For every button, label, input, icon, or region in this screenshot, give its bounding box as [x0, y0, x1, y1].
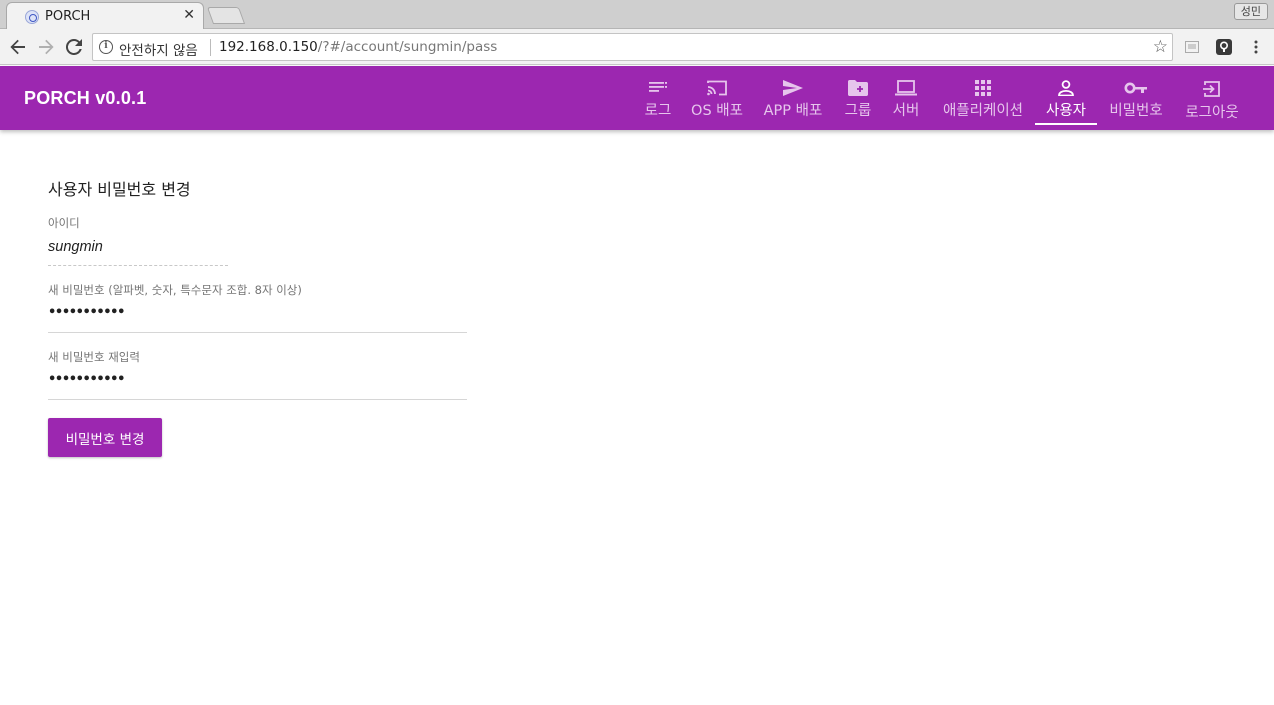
forward-icon[interactable] — [35, 36, 57, 58]
cast-icon — [707, 80, 727, 96]
send-icon — [783, 80, 803, 96]
nav-item-server[interactable]: 서버 — [891, 66, 921, 126]
url-text[interactable]: 192.168.0.150/?#/account/sungmin/pass — [219, 39, 497, 55]
app-brand[interactable]: PORCH v0.0.1 — [24, 88, 146, 109]
profile-button[interactable]: 성민 — [1233, 3, 1268, 20]
tab-close-icon[interactable]: ✕ — [183, 7, 195, 23]
change-password-button[interactable]: 비밀번호 변경 — [48, 418, 162, 457]
url-host: 192.168.0.150 — [219, 39, 318, 55]
key-icon — [1124, 82, 1147, 94]
list-icon — [649, 82, 667, 92]
nav-label: 애플리케이션 — [942, 103, 1024, 119]
security-status[interactable]: 안전하지 않음 — [119, 39, 198, 59]
nav-item-app-deploy[interactable]: APP 배포 — [761, 66, 825, 126]
nav-label: 서버 — [892, 103, 920, 119]
new-tab-button[interactable] — [206, 7, 246, 24]
nav-item-applications[interactable]: 애플리케이션 — [939, 66, 1027, 126]
menu-kebab-icon[interactable] — [1247, 38, 1265, 56]
confirm-password-underline — [48, 399, 467, 400]
apps-grid-icon — [975, 80, 991, 96]
nav-item-group[interactable]: 그룹 — [842, 66, 874, 126]
person-icon — [1058, 80, 1074, 96]
logout-icon — [1203, 81, 1220, 97]
browser-toolbar: i 안전하지 않음 192.168.0.150/?#/account/sungm… — [0, 29, 1274, 65]
browser-tab-strip: PORCH ✕ 성민 — [0, 0, 1274, 29]
nav-label: 로그 — [644, 103, 672, 119]
password-extension-icon[interactable] — [1215, 38, 1233, 56]
new-password-label: 새 비밀번호 (알파벳, 숫자, 특수문자 조합. 8자 이상) — [48, 283, 302, 297]
bookmark-star-icon[interactable]: ☆ — [1153, 37, 1168, 57]
active-tab-indicator — [1035, 123, 1097, 125]
site-info-icon[interactable]: i — [99, 40, 113, 54]
new-password-input[interactable]: ••••••••••• — [48, 305, 125, 320]
laptop-icon — [895, 80, 917, 96]
nav-item-users[interactable]: 사용자 — [1035, 66, 1097, 126]
nav-item-log[interactable]: 로그 — [643, 66, 673, 126]
confirm-password-input[interactable]: ••••••••••• — [48, 372, 125, 387]
id-field: sungmin — [48, 239, 103, 255]
id-label: 아이디 — [48, 216, 80, 230]
nav-label: APP 배포 — [763, 103, 823, 119]
tab-title: PORCH — [45, 9, 91, 24]
page-title: 사용자 비밀번호 변경 — [48, 180, 191, 199]
reload-icon[interactable] — [63, 36, 85, 58]
omnibox-divider — [210, 39, 211, 56]
id-field-underline — [48, 265, 228, 266]
nav-label: 사용자 — [1045, 103, 1087, 119]
browser-tab[interactable]: PORCH ✕ — [6, 2, 204, 29]
nav-label: 로그아웃 — [1185, 105, 1239, 121]
app-header: PORCH v0.0.1 로그 OS 배포 APP 배포 그룹 서버 애플리케이… — [0, 66, 1274, 130]
site-favicon-icon — [25, 10, 39, 24]
url-path: /?#/account/sungmin/pass — [317, 39, 498, 55]
confirm-password-label: 새 비밀번호 재입력 — [48, 350, 140, 364]
nav-item-os-deploy[interactable]: OS 배포 — [690, 66, 744, 126]
back-icon[interactable] — [7, 36, 29, 58]
nav-label: OS 배포 — [691, 103, 743, 119]
nav-item-password[interactable]: 비밀번호 — [1106, 66, 1166, 126]
nav-label: 그룹 — [844, 103, 872, 119]
cast-extension-icon[interactable] — [1183, 38, 1201, 56]
nav-item-logout[interactable]: 로그아웃 — [1182, 66, 1242, 126]
nav-label: 비밀번호 — [1109, 103, 1163, 119]
new-password-underline — [48, 332, 467, 333]
address-bar[interactable]: i 안전하지 않음 192.168.0.150/?#/account/sungm… — [92, 33, 1173, 61]
folder-add-icon — [848, 80, 868, 96]
